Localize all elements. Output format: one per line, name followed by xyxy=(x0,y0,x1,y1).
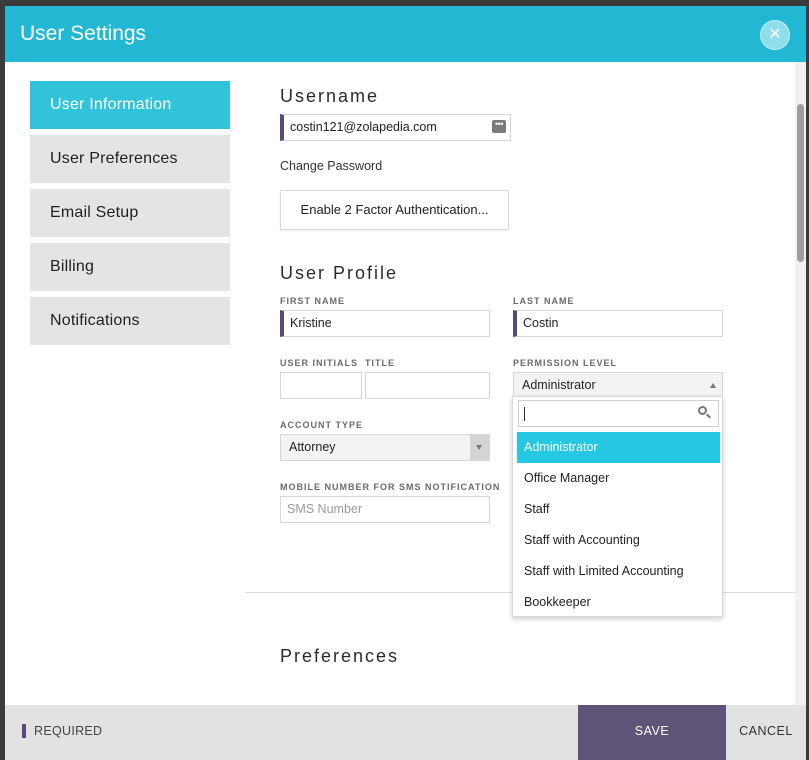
user-profile-section-title: User Profile xyxy=(280,263,399,283)
scrollbar-thumb[interactable] xyxy=(797,104,804,262)
sms-number-placeholder: SMS Number xyxy=(287,502,363,516)
last-name-value: Costin xyxy=(523,316,559,330)
user-settings-modal: User Settings ✕ User Information User Pr… xyxy=(5,6,806,760)
option-office-manager[interactable]: Office Manager xyxy=(517,463,720,494)
first-name-value: Kristine xyxy=(290,316,332,330)
settings-nav: User Information User Preferences Email … xyxy=(30,81,230,351)
modal-footer: REQUIRED SAVE CANCEL xyxy=(5,705,806,760)
chevron-down-icon xyxy=(476,445,482,450)
last-name-field[interactable]: Costin xyxy=(513,310,723,337)
user-initials-label: USER INITIALS xyxy=(280,358,359,368)
last-name-label: LAST NAME xyxy=(513,296,575,306)
search-icon xyxy=(698,406,712,420)
nav-item-user-information[interactable]: User Information xyxy=(30,81,230,129)
password-manager-icon[interactable]: ••• xyxy=(492,120,506,133)
close-icon: ✕ xyxy=(768,26,782,43)
nav-item-billing[interactable]: Billing xyxy=(30,243,230,291)
first-name-label: FIRST NAME xyxy=(280,296,345,306)
text-cursor xyxy=(524,407,525,421)
option-bookkeeper[interactable]: Bookkeeper xyxy=(517,587,720,618)
username-value: costin121@zolapedia.com xyxy=(290,120,437,134)
username-section-title: Username xyxy=(280,86,380,106)
title-field[interactable] xyxy=(365,372,490,399)
chevron-up-icon xyxy=(710,383,716,388)
nav-item-notifications[interactable]: Notifications xyxy=(30,297,230,345)
nav-item-email-setup[interactable]: Email Setup xyxy=(30,189,230,237)
account-type-label: ACCOUNT TYPE xyxy=(280,420,364,430)
required-legend: REQUIRED xyxy=(34,724,103,738)
account-type-select[interactable]: Attorney xyxy=(280,434,490,461)
permission-options-list: Administrator Office Manager Staff Staff… xyxy=(517,432,720,618)
dropdown-search-input[interactable] xyxy=(518,400,719,427)
account-type-value: Attorney xyxy=(289,440,336,454)
title-label: TITLE xyxy=(365,358,395,368)
permission-level-value: Administrator xyxy=(522,378,596,392)
sms-number-label: MOBILE NUMBER FOR SMS NOTIFICATION xyxy=(280,482,501,492)
required-indicator xyxy=(22,724,26,738)
option-staff-with-limited-accounting[interactable]: Staff with Limited Accounting xyxy=(517,556,720,587)
option-staff[interactable]: Staff xyxy=(517,494,720,525)
cancel-button[interactable]: CANCEL xyxy=(733,705,799,760)
close-button[interactable]: ✕ xyxy=(760,20,790,50)
modal-header: User Settings ✕ xyxy=(5,6,806,62)
preferences-section-title: Preferences xyxy=(280,646,400,666)
permission-level-select[interactable]: Administrator xyxy=(513,372,723,399)
enable-2fa-button[interactable]: Enable 2 Factor Authentication... xyxy=(280,190,509,230)
account-type-toggle[interactable] xyxy=(470,435,489,460)
user-initials-field[interactable] xyxy=(280,372,362,399)
save-button[interactable]: SAVE xyxy=(578,705,726,760)
first-name-field[interactable]: Kristine xyxy=(280,310,490,337)
sms-number-field[interactable]: SMS Number xyxy=(280,496,490,523)
modal-title: User Settings xyxy=(20,22,147,45)
option-staff-with-accounting[interactable]: Staff with Accounting xyxy=(517,525,720,556)
permission-level-label: PERMISSION LEVEL xyxy=(513,358,618,368)
content-scrollbar[interactable] xyxy=(795,62,806,705)
permission-level-dropdown: Administrator Office Manager Staff Staff… xyxy=(512,396,723,617)
option-administrator[interactable]: Administrator xyxy=(517,432,720,463)
change-password-link[interactable]: Change Password xyxy=(280,159,382,173)
nav-item-user-preferences[interactable]: User Preferences xyxy=(30,135,230,183)
username-field[interactable]: costin121@zolapedia.com ••• xyxy=(280,114,511,141)
